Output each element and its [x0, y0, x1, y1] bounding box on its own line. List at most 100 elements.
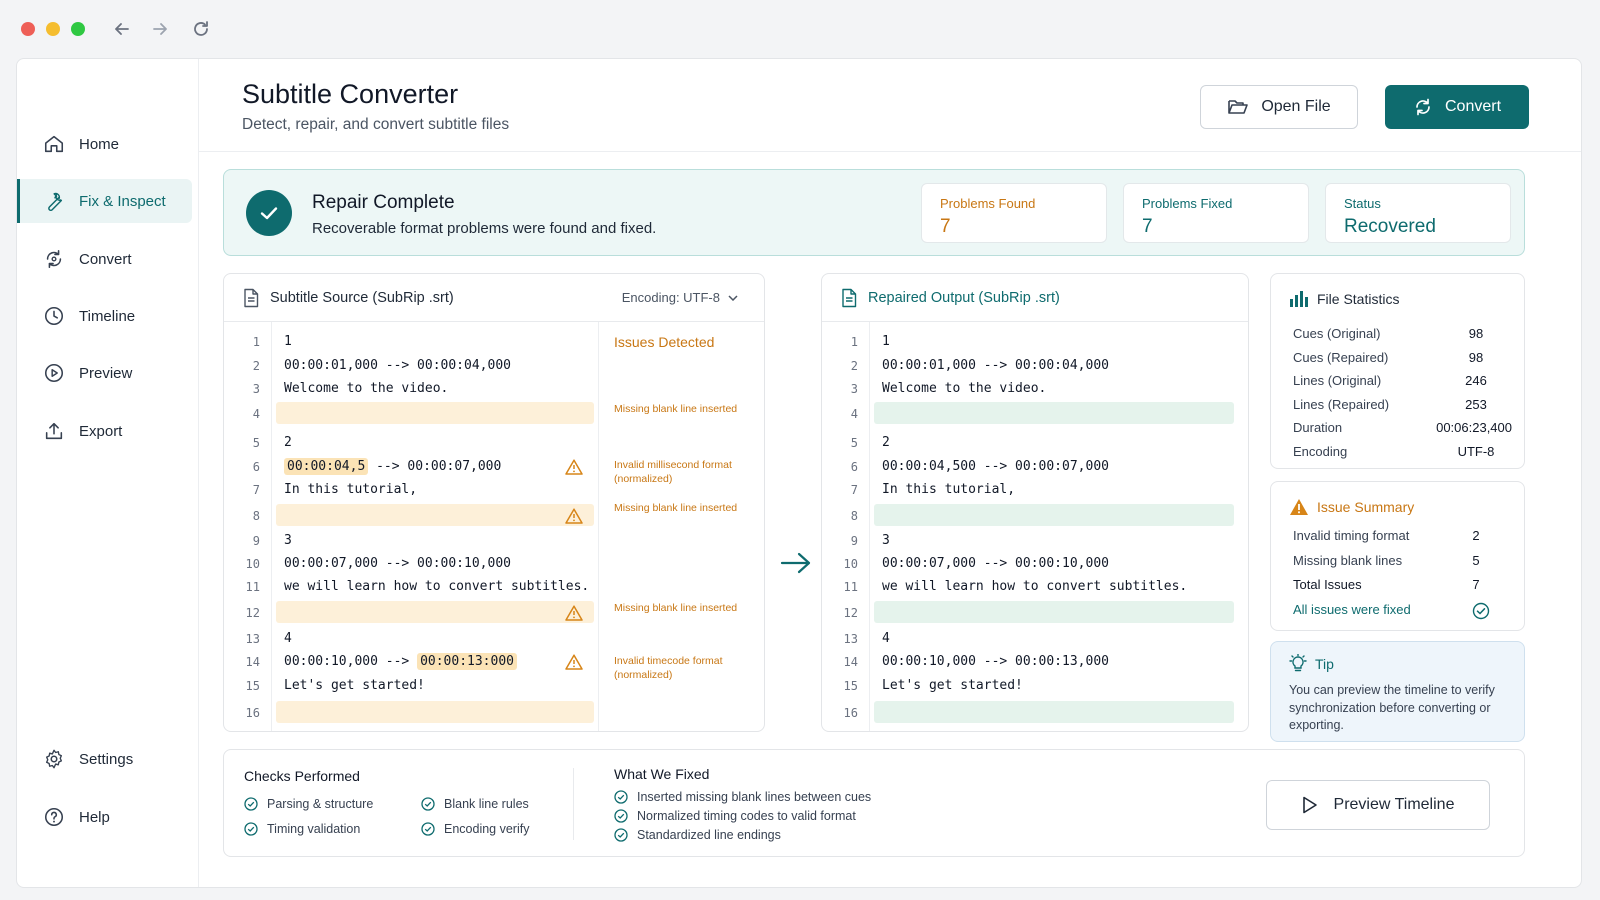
code-line[interactable]: 00:00:01,000 --> 00:00:04,000	[284, 358, 511, 373]
code-text: Welcome to the video.	[284, 381, 449, 396]
reload-icon[interactable]	[189, 17, 213, 41]
code-line[interactable]: 3	[284, 533, 292, 548]
open-file-button[interactable]: Open File	[1200, 85, 1358, 129]
source-title: Subtitle Source (SubRip .srt)	[270, 289, 454, 306]
sidebar-item-label: Settings	[79, 750, 134, 768]
sidebar-item-fix-inspect[interactable]: Fix & Inspect	[17, 179, 192, 223]
folder-open-icon	[1228, 100, 1249, 114]
convert-button[interactable]: Convert	[1385, 85, 1529, 129]
stat-row-label: Lines (Repaired)	[1293, 396, 1390, 412]
line-number: 11	[245, 580, 260, 594]
line-number: 12	[843, 606, 858, 620]
sidebar-item-export[interactable]: Export	[17, 409, 192, 453]
banner-title: Repair Complete	[312, 192, 455, 213]
code-line[interactable]: Let's get started!	[284, 678, 425, 693]
sidebar-item-label: Fix & Inspect	[79, 192, 166, 210]
fixed-item: Normalized timing codes to valid format	[614, 809, 856, 823]
code-line[interactable]: 00:00:10,000 --> 00:00:13,000	[882, 654, 1109, 669]
code-text: 3	[284, 533, 292, 548]
code-line[interactable]: Welcome to the video.	[882, 381, 1046, 396]
maximize-window-button[interactable]	[71, 22, 85, 36]
code-line[interactable]: 00:00:07,000 --> 00:00:10,000	[284, 556, 511, 571]
code-text: 2	[882, 435, 890, 450]
code-line[interactable]: In this tutorial,	[284, 482, 417, 497]
sidebar-item-convert[interactable]: Convert	[17, 237, 192, 281]
code-line[interactable]: 1	[284, 334, 292, 349]
issue-summary-label: Total Issues	[1293, 577, 1362, 592]
stat-value: 7	[940, 216, 951, 237]
code-text: --> 00:00:07,000	[368, 459, 502, 474]
stat-row-value: 253	[1465, 396, 1487, 412]
line-number: 15	[245, 679, 260, 693]
sidebar-item-preview[interactable]: Preview	[17, 351, 192, 395]
issue-summary-row: Total Issues 7	[1293, 577, 1512, 592]
sidebar: Home Fix & Inspect Convert Timeline Prev…	[17, 59, 199, 887]
line-number: 11	[843, 580, 858, 594]
sidebar-item-timeline[interactable]: Timeline	[17, 294, 192, 338]
code-line[interactable]: 4	[882, 631, 890, 646]
line-number: 1	[252, 335, 260, 349]
sidebar-item-help[interactable]: Help	[17, 795, 192, 839]
warning-icon	[1290, 499, 1308, 515]
code-text: 00:00:10,000 -->	[284, 654, 418, 669]
code-line[interactable]: 4	[284, 631, 292, 646]
stat-value: Recovered	[1344, 216, 1436, 237]
code-text: 2	[284, 435, 292, 450]
fixed-item: Inserted missing blank lines between cue…	[614, 790, 871, 804]
code-text: 4	[882, 631, 890, 646]
line-number: 5	[252, 436, 260, 450]
all-fixed-label: All issues were fixed	[1293, 602, 1411, 617]
issue-summary-value: 5	[1472, 552, 1480, 568]
issues-column-divider	[598, 322, 599, 731]
preview-timeline-label: Preview Timeline	[1333, 796, 1455, 813]
line-number: 13	[245, 632, 260, 646]
sidebar-item-home[interactable]: Home	[17, 122, 192, 166]
missing-line-highlight	[276, 701, 594, 723]
code-line[interactable]: In this tutorial,	[882, 482, 1015, 497]
code-line[interactable]: we will learn how to convert subtitles.	[284, 579, 589, 594]
stat-row-value: UTF-8	[1457, 444, 1495, 459]
minimize-window-button[interactable]	[46, 22, 60, 36]
check-circle-icon	[244, 797, 258, 811]
code-line[interactable]: 2	[882, 435, 890, 450]
preview-timeline-button[interactable]: Preview Timeline	[1266, 780, 1490, 830]
code-text: In this tutorial,	[882, 482, 1016, 497]
check-circle-icon	[614, 828, 628, 842]
tip-text: You can preview the timeline to verify s…	[1289, 683, 1495, 732]
tip-card: Tip You can preview the timeline to veri…	[1270, 641, 1525, 742]
issue-note: Missing blank line inserted	[614, 403, 738, 415]
code-line[interactable]: 00:00:10,000 --> 00:00:13:000	[284, 653, 517, 670]
line-number: 14	[843, 655, 858, 669]
line-number: 16	[245, 706, 260, 720]
close-window-button[interactable]	[21, 22, 35, 36]
code-text: 1	[882, 334, 890, 349]
sidebar-item-settings[interactable]: Settings	[17, 737, 192, 781]
arrow-right-icon	[780, 551, 812, 580]
encoding-value: Encoding: UTF-8	[621, 290, 720, 305]
output-panel: Repaired Output (SubRip .srt) 1 1 2 00:00:0…	[821, 273, 1249, 732]
code-line[interactable]: Welcome to the video.	[284, 381, 448, 396]
code-line[interactable]: 1	[882, 334, 890, 349]
line-number: 3	[850, 382, 858, 396]
status-card: Status Recovered	[1325, 183, 1511, 243]
code-line[interactable]: 00:00:04,5 --> 00:00:07,000	[284, 458, 502, 475]
code-line[interactable]: 00:00:04,500 --> 00:00:07,000	[882, 459, 1109, 474]
forward-arrow-icon[interactable]	[148, 17, 172, 41]
line-number: 2	[850, 359, 858, 373]
stat-row-label: Encoding	[1293, 444, 1348, 459]
encoding-select[interactable]: Encoding: UTF-8	[622, 290, 748, 305]
back-arrow-icon[interactable]	[110, 17, 134, 41]
play-icon	[1302, 796, 1317, 814]
sidebar-item-label: Convert	[79, 250, 132, 268]
play-circle-icon	[44, 363, 64, 383]
code-line[interactable]: we will learn how to convert subtitles.	[882, 579, 1187, 594]
code-line[interactable]: Let's get started!	[882, 678, 1023, 693]
code-line[interactable]: 3	[882, 533, 890, 548]
stat-row: Lines (Repaired) 253	[1293, 397, 1512, 412]
code-line[interactable]: 00:00:07,000 --> 00:00:10,000	[882, 556, 1109, 571]
invalid-timecode-highlight: 00:00:04,5	[284, 458, 369, 475]
issue-note: Invalid millisecond format (normalized)	[614, 459, 732, 485]
code-line[interactable]: 2	[284, 435, 292, 450]
code-line[interactable]: 00:00:01,000 --> 00:00:04,000	[882, 358, 1109, 373]
browser-toolbar	[0, 0, 1600, 58]
